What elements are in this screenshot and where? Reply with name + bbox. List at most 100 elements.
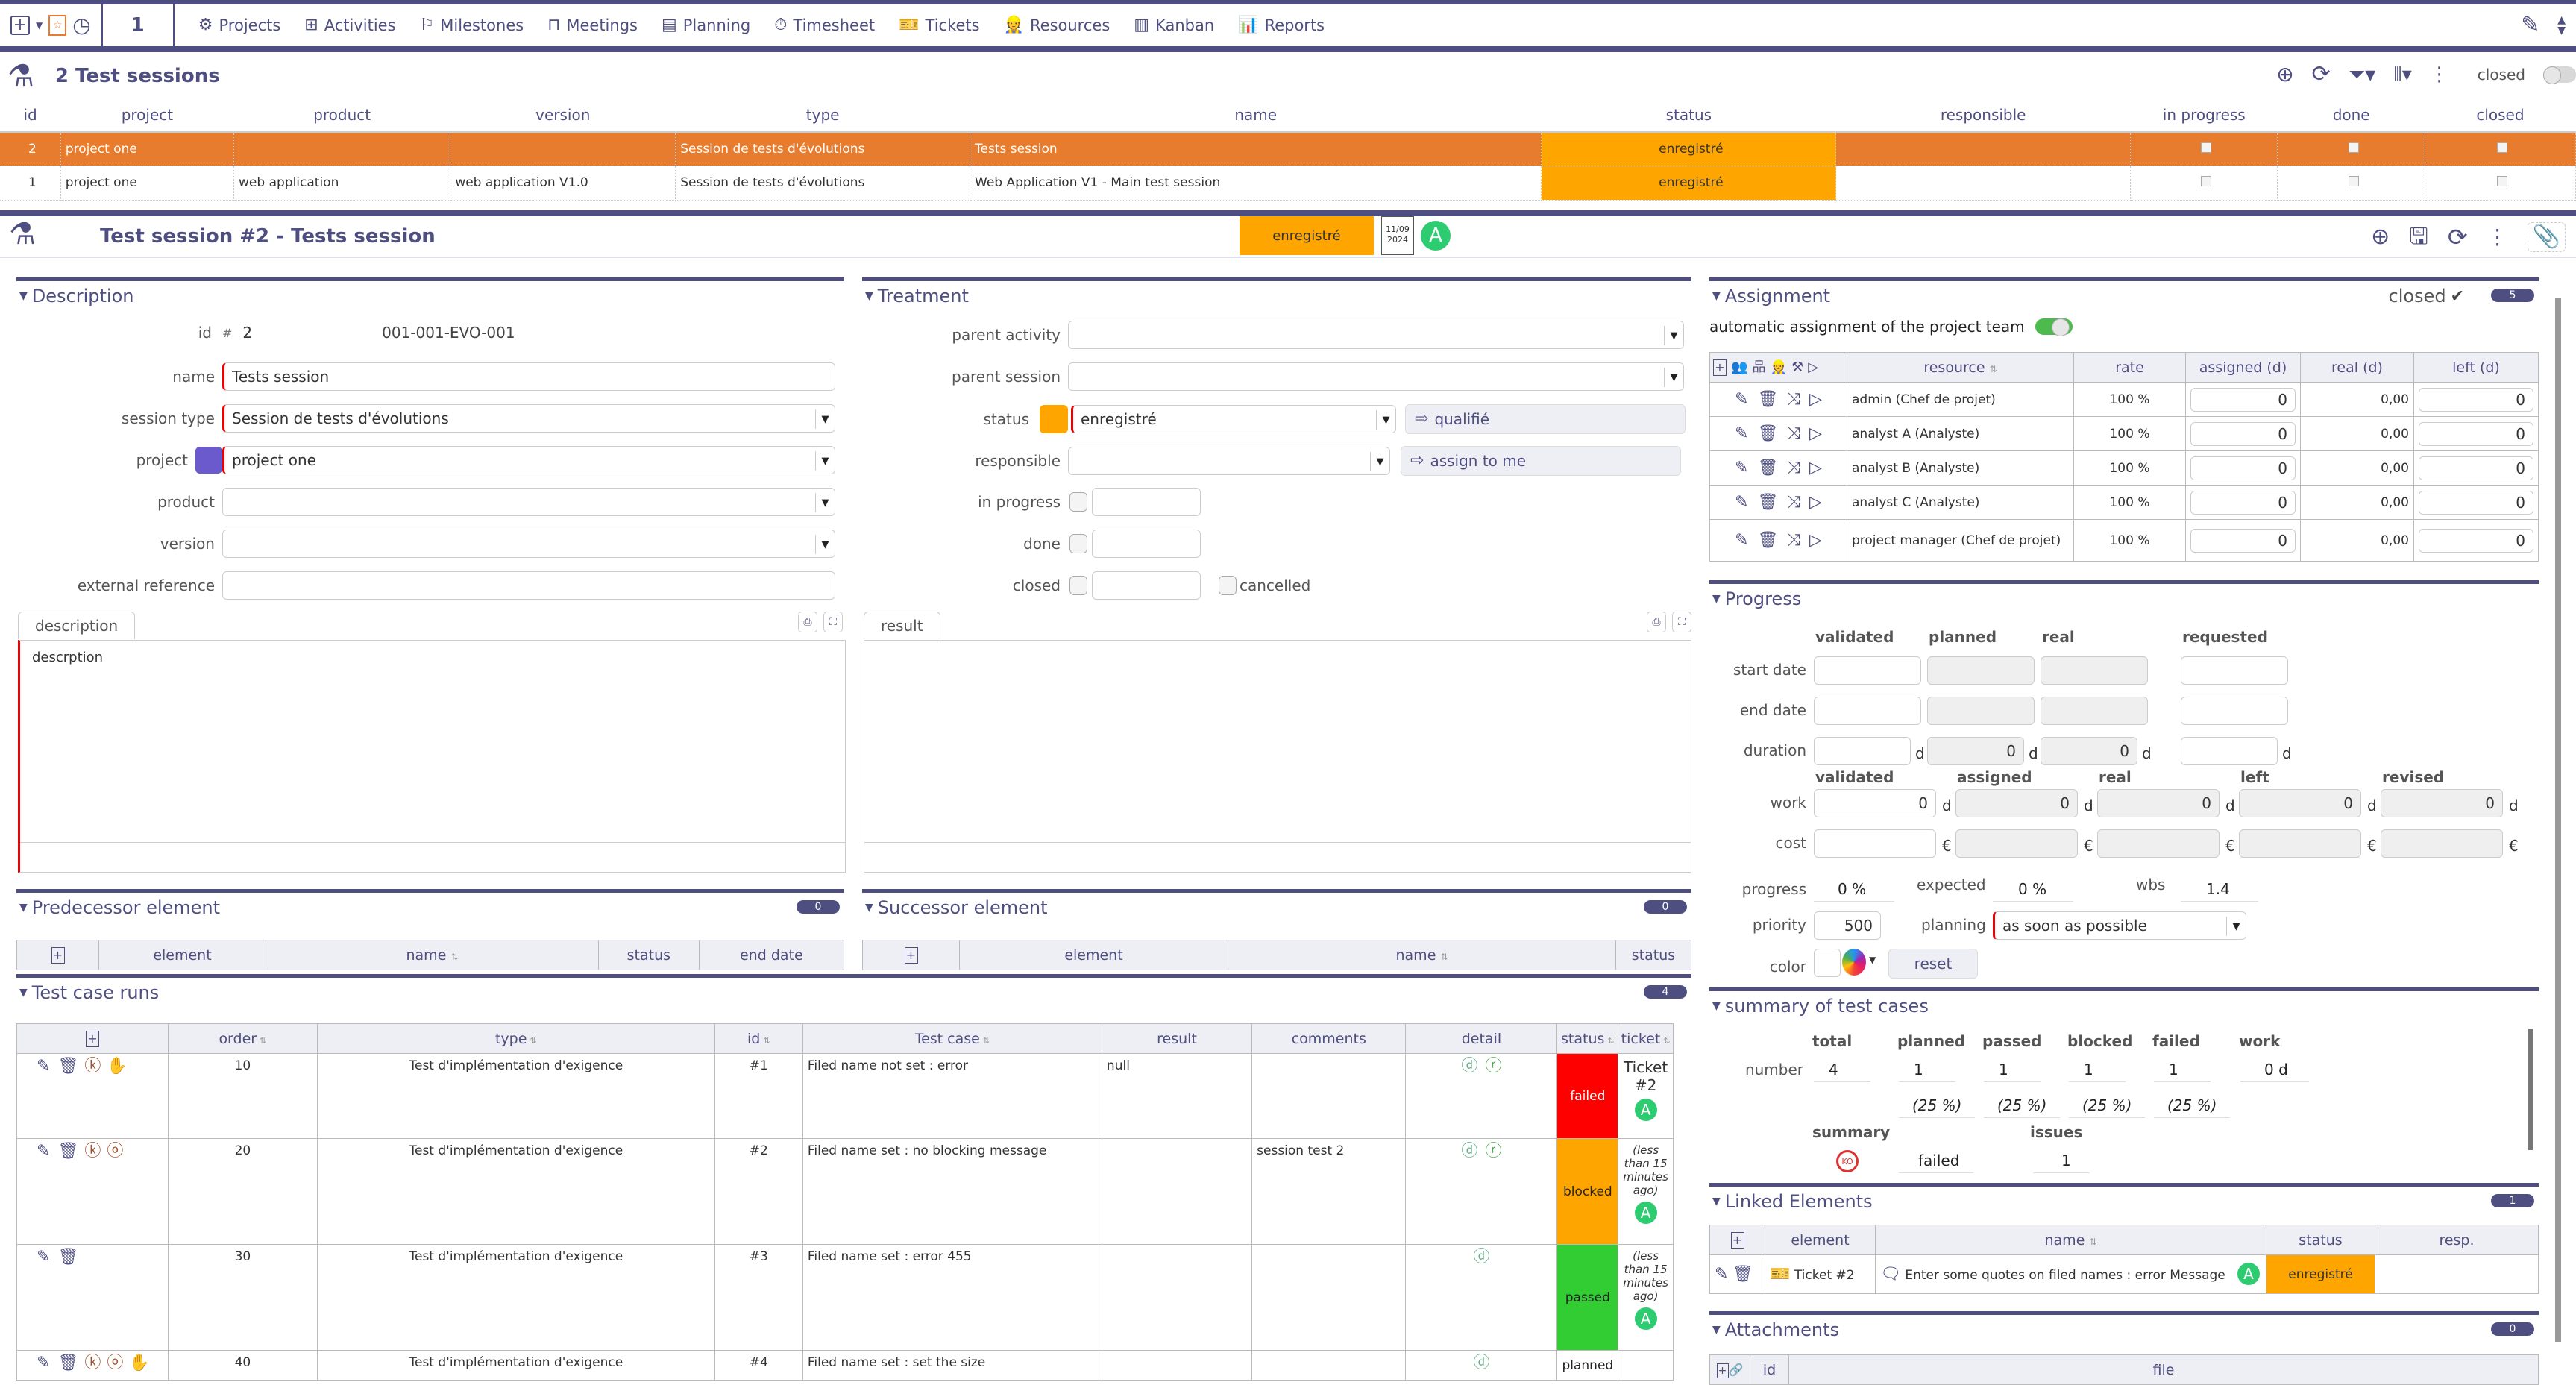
columns-icon[interactable]: ⦀▾ (2393, 65, 2412, 84)
assignment-row[interactable]: ✎ 🗑 ⤨ ▷ admin (Chef de projet) 100 % 0 0,00 0 (1709, 382, 2539, 417)
cost-input[interactable] (2097, 829, 2220, 858)
column-header[interactable]: product (233, 100, 450, 133)
column-header[interactable]: id (0, 100, 61, 133)
nav-planning[interactable]: ▤ Planning (662, 16, 750, 34)
nav-milestones[interactable]: ⚐ Milestones (420, 16, 524, 34)
split-icon[interactable]: ⤨ (1787, 391, 1800, 408)
add-group-icon[interactable]: 👷 (1771, 361, 1787, 374)
scroll-updown-icon[interactable]: ▲ ▼ (2557, 15, 2566, 36)
assigned-input[interactable]: 0 (2190, 387, 2296, 412)
nav-projects[interactable]: ⚙ Projects (198, 16, 281, 34)
treatment-section-header[interactable]: ▼ Treatment (862, 277, 1691, 310)
start-date-input[interactable] (2181, 656, 2288, 685)
save-icon[interactable]: 🖫 (2409, 226, 2428, 248)
assignment-row[interactable]: ✎ 🗑 ⤨ ▷ analyst C (Analyste) 100 % 0 0,00 0 (1709, 485, 2539, 520)
nav-kanban[interactable]: ▥ Kanban (1134, 16, 1214, 34)
color-wheel-icon[interactable] (1842, 949, 1866, 976)
status-select[interactable]: enregistré ▼ (1071, 405, 1396, 433)
column-header[interactable]: type ⇅ (316, 1023, 715, 1054)
test-case-row[interactable]: ✎ 🗑 ⓚ ✋ 10 Test d'implémentation d'exigence #1… (16, 1053, 1674, 1139)
color-input[interactable] (1814, 949, 1841, 977)
pencil-icon[interactable]: ✎ (2521, 14, 2539, 37)
end-date-input[interactable] (2181, 697, 2288, 725)
nav-activities[interactable]: ⊞ Activities (304, 16, 395, 34)
description-bubble-icon[interactable]: ⓓ (1473, 1355, 1489, 1372)
assignment-section-header[interactable]: ▼ Assignment closed ✔ 5 (1709, 277, 2539, 310)
nav-resources[interactable]: 👷 Resources (1004, 16, 1110, 34)
result-editor[interactable] (864, 640, 1691, 873)
linked-element[interactable]: Ticket #2 (1794, 1268, 1855, 1283)
result-tab[interactable]: result (864, 612, 940, 639)
add-copy-icon[interactable]: ⊕ (2371, 226, 2390, 248)
move-to-qualified-button[interactable]: ⇨ qualifié (1405, 404, 1686, 434)
description-bubble-icon[interactable]: ⓓ (1473, 1249, 1489, 1266)
expand-right-icon[interactable]: ▷ (1809, 391, 1822, 408)
work-input[interactable]: 0 (2239, 789, 2361, 817)
duration-input[interactable]: 0 (1927, 737, 2024, 765)
work-input[interactable]: 0 (1955, 789, 2078, 817)
work-input[interactable]: 0 (2381, 789, 2503, 817)
in-progress-checkbox[interactable] (1069, 492, 1087, 512)
column-header[interactable]: done (2277, 100, 2425, 133)
assigned-input[interactable]: 0 (2190, 490, 2296, 515)
chevron-down-icon[interactable]: ▼ (2226, 917, 2246, 936)
name-input[interactable]: Tests session (222, 362, 835, 391)
column-header[interactable]: ticket ⇅ (1618, 1023, 1674, 1054)
session-type-select[interactable]: Session de tests d'évolutions ▼ (222, 404, 835, 433)
column-header[interactable]: closed (2425, 100, 2576, 133)
filter-icon[interactable]: ⏷▾ (2349, 64, 2375, 85)
column-header[interactable]: in progress (2130, 100, 2278, 133)
print-icon[interactable]: ⎙ (798, 612, 817, 632)
chevron-down-icon[interactable]: ▼ (1869, 955, 1876, 965)
column-header[interactable]: name ⇅ (1228, 940, 1616, 970)
row-checkbox[interactable] (2348, 176, 2359, 186)
closed-filter-toggle[interactable] (2543, 66, 2576, 84)
row-checkbox[interactable] (2497, 176, 2508, 186)
in-progress-date[interactable] (1092, 488, 1201, 516)
print-icon[interactable]: ⎙ (1647, 612, 1666, 632)
add-test-case-button[interactable]: + (16, 1023, 169, 1054)
progress-section-header[interactable]: ▼ Progress (1709, 580, 2539, 613)
result-bubble-icon[interactable]: ⓡ (1485, 1143, 1501, 1160)
expand-right-icon[interactable]: ▷ (1809, 494, 1822, 511)
fullscreen-icon[interactable]: ⛶ (1672, 612, 1691, 632)
split-icon[interactable]: ⤨ (1787, 425, 1800, 442)
reset-color-button[interactable]: reset (1888, 949, 1978, 979)
delete-trash-icon[interactable]: 🗑 (1757, 425, 1778, 442)
column-header[interactable]: responsible (1835, 100, 2131, 133)
ok-run-icon[interactable]: ⓚ (84, 1058, 101, 1075)
delete-trash-icon[interactable]: 🗑 (1757, 494, 1778, 511)
nav-meetings[interactable]: ⊓ Meetings (547, 16, 638, 34)
test-case-row[interactable]: ✎ 🗑 30 Test d'implémentation d'exigence #3 Fi… (16, 1244, 1674, 1351)
nav-reports[interactable]: 📊 Reports (1238, 16, 1325, 34)
row-checkbox[interactable] (2348, 142, 2359, 153)
delete-trash-icon[interactable]: 🗑 (57, 1355, 78, 1372)
delete-trash-icon[interactable]: 🗑 (1757, 391, 1778, 408)
column-header[interactable]: status ⇅ (1556, 1023, 1619, 1054)
nav-tickets[interactable]: 🎫 Tickets (899, 16, 979, 34)
add-new-icon[interactable]: + (10, 16, 30, 35)
responsible-select[interactable]: ▼ (1068, 447, 1390, 475)
left-input[interactable]: 0 (2419, 528, 2533, 553)
cost-input[interactable] (1955, 829, 2078, 858)
split-icon[interactable]: ⤨ (1787, 532, 1800, 549)
closed-checkbox[interactable] (1069, 576, 1087, 595)
test-case-row[interactable]: ✎ 🗑 ⓚ ⓞ ✋ 40 Test d'implémentation d'exigence #… (16, 1350, 1674, 1381)
page-scrollbar[interactable] (2555, 298, 2561, 1342)
chevron-down-icon[interactable]: ▼ (1370, 452, 1389, 471)
end-date-input[interactable] (2041, 697, 2148, 725)
add-attachment-button[interactable]: + 🔗 (1709, 1354, 1750, 1385)
history-clock-icon[interactable]: ◷ (72, 15, 90, 36)
description-bubble-icon[interactable]: ⓓ (1461, 1058, 1477, 1075)
left-input[interactable]: 0 (2419, 421, 2533, 446)
edit-pencil-icon[interactable]: ✎ (1715, 1266, 1728, 1283)
description-editor[interactable]: descrption (18, 640, 846, 873)
version-select[interactable]: ▼ (222, 530, 835, 558)
split-icon[interactable]: ⤨ (1787, 494, 1800, 511)
chevron-down-icon[interactable]: ▼ (815, 451, 835, 471)
auto-assignment-toggle[interactable] (2035, 318, 2073, 336)
edit-pencil-icon[interactable]: ✎ (1735, 494, 1748, 511)
column-header[interactable]: id ⇅ (714, 1023, 803, 1054)
assignment-row[interactable]: ✎ 🗑 ⤨ ▷ analyst B (Analyste) 100 % 0 0,00 0 (1709, 450, 2539, 486)
left-input[interactable]: 0 (2419, 490, 2533, 515)
